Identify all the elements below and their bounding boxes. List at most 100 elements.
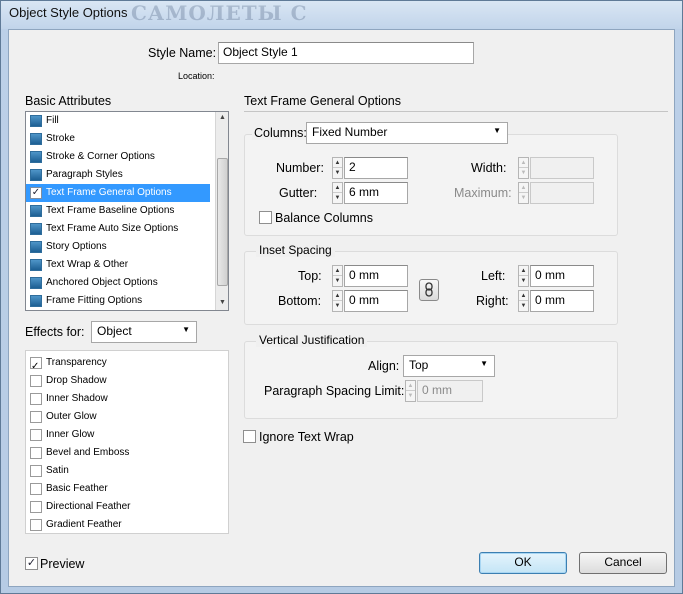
list-item-label: Satin xyxy=(46,465,69,476)
list-item-label: Bevel and Emboss xyxy=(46,447,130,458)
checkbox-icon[interactable] xyxy=(30,295,42,307)
checkbox-icon[interactable] xyxy=(30,483,42,495)
inset-top-label: Top: xyxy=(298,269,322,283)
checkbox-icon[interactable] xyxy=(30,223,42,235)
list-item[interactable]: Text Wrap & Other xyxy=(26,256,210,274)
list-item-label: Inner Shadow xyxy=(46,393,108,404)
checkbox-icon[interactable] xyxy=(30,429,42,441)
list-item[interactable]: Directional Feather xyxy=(26,498,210,516)
effects-for-value: Object xyxy=(97,324,132,338)
effects-for-select[interactable]: Object ▼ xyxy=(91,321,197,343)
checkbox-icon[interactable] xyxy=(30,393,42,405)
number-stepper[interactable]: ▲ ▼ xyxy=(332,157,343,179)
list-item-label: Fill xyxy=(46,115,59,126)
inset-top-input[interactable]: 0 mm xyxy=(344,265,408,287)
paragraph-spacing-input[interactable]: 0 mm xyxy=(417,380,483,402)
checkbox-icon[interactable] xyxy=(30,447,42,459)
checkbox-icon[interactable] xyxy=(30,277,42,289)
list-item-label: Gradient Feather xyxy=(46,519,122,530)
effects-list: ✓ Transparency Drop Shadow Inner Shadow Oute… xyxy=(25,350,229,534)
inset-right-input[interactable]: 0 mm xyxy=(530,290,594,312)
list-item-label: Basic Feather xyxy=(46,483,108,494)
list-item[interactable]: Basic Feather xyxy=(26,480,210,498)
checkbox-icon[interactable] xyxy=(30,375,42,387)
preview-label: Preview xyxy=(40,557,85,571)
scroll-thumb[interactable] xyxy=(217,158,228,286)
checkbox-icon[interactable] xyxy=(30,133,42,145)
inset-top-stepper[interactable]: ▲ ▼ xyxy=(332,265,343,287)
checkbox-icon[interactable] xyxy=(30,501,42,513)
list-item[interactable]: Story Options xyxy=(26,238,210,256)
align-select[interactable]: Top ▼ xyxy=(403,355,495,377)
scroll-down-icon[interactable]: ▼ xyxy=(216,297,228,309)
checkbox-icon[interactable] xyxy=(30,115,42,127)
checkbox-icon[interactable] xyxy=(30,519,42,531)
maximum-stepper[interactable]: ▲ ▼ xyxy=(518,182,529,204)
list-item-label: Stroke xyxy=(46,133,75,144)
dialog-body: Style Name: Object Style 1 Location: Bas… xyxy=(8,29,675,587)
checkbox-icon[interactable] xyxy=(30,465,42,477)
list-item[interactable]: Anchored Object Options xyxy=(26,274,210,292)
list-item[interactable]: Text Frame Auto Size Options xyxy=(26,220,210,238)
list-item-label: Inner Glow xyxy=(46,429,95,440)
list-item[interactable]: ✓ Transparency xyxy=(26,354,210,372)
gutter-stepper[interactable]: ▲ ▼ xyxy=(332,182,343,204)
list-item[interactable]: Bevel and Emboss xyxy=(26,444,210,462)
inset-right-stepper[interactable]: ▲ ▼ xyxy=(518,290,529,312)
cancel-button[interactable]: Cancel xyxy=(579,552,667,574)
style-name-input[interactable]: Object Style 1 xyxy=(218,42,474,64)
list-item[interactable]: Inner Glow xyxy=(26,426,210,444)
checkbox-icon[interactable] xyxy=(30,169,42,181)
inset-left-stepper[interactable]: ▲ ▼ xyxy=(518,265,529,287)
inset-left-input[interactable]: 0 mm xyxy=(530,265,594,287)
paragraph-spacing-stepper[interactable]: ▲ ▼ xyxy=(405,380,416,402)
list-item-label: Text Frame Auto Size Options xyxy=(46,223,179,234)
list-item[interactable]: Text Frame Baseline Options xyxy=(26,202,210,220)
checkbox-icon[interactable] xyxy=(30,241,42,253)
list-item[interactable]: Stroke & Corner Options xyxy=(26,148,210,166)
list-item[interactable]: ✓ Text Frame General Options xyxy=(26,184,210,202)
chain-link-icon[interactable] xyxy=(419,279,439,301)
ignore-text-wrap-label: Ignore Text Wrap xyxy=(259,430,354,444)
dropdown-arrow-icon: ▼ xyxy=(480,359,488,368)
preview-checkbox[interactable]: ✓ xyxy=(25,557,38,570)
ignore-text-wrap-checkbox[interactable] xyxy=(243,430,256,443)
panel-heading: Text Frame General Options xyxy=(244,94,402,108)
list-item[interactable]: Frame Fitting Options xyxy=(26,292,210,310)
ok-button[interactable]: OK xyxy=(479,552,567,574)
maximum-input[interactable] xyxy=(530,182,594,204)
inset-bottom-input[interactable]: 0 mm xyxy=(344,290,408,312)
list-item[interactable]: Gradient Feather xyxy=(26,516,210,534)
checkbox-icon[interactable]: ✓ xyxy=(30,187,42,199)
number-input[interactable]: 2 xyxy=(344,157,408,179)
checkbox-icon[interactable] xyxy=(30,151,42,163)
basic-attributes-heading: Basic Attributes xyxy=(25,94,112,108)
checkbox-icon[interactable] xyxy=(30,411,42,423)
width-stepper[interactable]: ▲ ▼ xyxy=(518,157,529,179)
list-item[interactable]: Outer Glow xyxy=(26,408,210,426)
paragraph-spacing-limit-label: Paragraph Spacing Limit: xyxy=(264,384,405,398)
panel-heading-divider xyxy=(244,111,668,112)
title-bar[interactable]: Object Style Options САМОЛЕТЫ С xyxy=(1,1,682,29)
inset-left-label: Left: xyxy=(481,269,506,283)
scroll-up-icon[interactable]: ▲ xyxy=(216,112,228,124)
checkbox-icon[interactable] xyxy=(30,259,42,271)
style-name-label: Style Name: xyxy=(148,46,217,60)
inset-bottom-stepper[interactable]: ▲ ▼ xyxy=(332,290,343,312)
balance-columns-checkbox[interactable] xyxy=(259,211,272,224)
list-item[interactable]: Satin xyxy=(26,462,210,480)
checkbox-icon[interactable]: ✓ xyxy=(30,357,42,372)
columns-select[interactable]: Fixed Number ▼ xyxy=(306,122,508,144)
balance-columns-label: Balance Columns xyxy=(275,211,373,225)
list-item[interactable]: Paragraph Styles xyxy=(26,166,210,184)
gutter-input[interactable]: 6 mm xyxy=(344,182,408,204)
list-item-label: Outer Glow xyxy=(46,411,97,422)
checkbox-icon[interactable] xyxy=(30,205,42,217)
width-input[interactable] xyxy=(530,157,594,179)
list-item[interactable]: Inner Shadow xyxy=(26,390,210,408)
list-item-label: Drop Shadow xyxy=(46,375,107,386)
list-item[interactable]: Stroke xyxy=(26,130,210,148)
basic-attributes-scrollbar[interactable]: ▲ ▼ xyxy=(215,112,228,310)
list-item[interactable]: Fill xyxy=(26,112,210,130)
list-item[interactable]: Drop Shadow xyxy=(26,372,210,390)
